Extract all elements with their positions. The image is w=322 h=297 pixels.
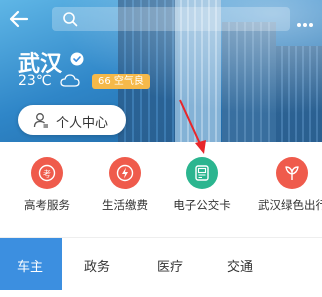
tab-transport[interactable]: 交通: [202, 238, 272, 290]
top-bar: [0, 0, 322, 38]
leaf-icon: [285, 166, 299, 180]
tab-car-owner[interactable]: 车主: [0, 238, 62, 290]
temperature: 23℃: [18, 73, 52, 89]
check-badge-icon[interactable]: [70, 52, 84, 66]
search-icon: [63, 12, 78, 27]
service-label: 高考服务: [24, 198, 70, 212]
tab-label: 政务: [84, 260, 111, 275]
service-icon-bg: [109, 157, 141, 189]
service-green-travel[interactable]: 武汉绿色出行: [256, 155, 322, 223]
bus-card-icon: [195, 165, 209, 181]
user-center-label: 个人中心: [56, 116, 109, 131]
service-label: 武汉绿色出行: [258, 198, 322, 212]
back-arrow-icon: [9, 10, 29, 28]
service-bill-payment[interactable]: 生活缴费: [89, 155, 161, 223]
user-center-button[interactable]: 个人中心: [18, 105, 126, 135]
cloud-icon: [60, 74, 80, 87]
more-options-button[interactable]: [297, 12, 319, 27]
pointer-arrow: [179, 99, 206, 154]
back-button[interactable]: [8, 9, 30, 29]
tab-government[interactable]: 政务: [62, 238, 132, 290]
payment-icon: [116, 164, 134, 182]
service-grid: 考 高考服务 生活缴费 电子公交卡 武汉绿色出行: [0, 155, 322, 223]
service-bus-card[interactable]: 电子公交卡: [166, 155, 238, 223]
category-tabs: 车主 政务 医疗 交通: [0, 237, 322, 290]
tab-label: 交通: [227, 260, 254, 275]
dot-icon: [309, 23, 313, 27]
user-icon: [33, 113, 48, 128]
svg-text:考: 考: [43, 170, 51, 179]
service-gaokao[interactable]: 考 高考服务: [11, 155, 83, 223]
dot-icon: [303, 23, 307, 27]
service-icon-bg: [276, 157, 308, 189]
search-input[interactable]: [82, 9, 282, 29]
service-label: 电子公交卡: [173, 198, 231, 212]
service-icon-bg: 考: [31, 157, 63, 189]
tab-medical[interactable]: 医疗: [132, 238, 202, 290]
tab-label: 医疗: [157, 260, 184, 275]
tab-label: 车主: [17, 260, 44, 275]
dot-icon: [297, 23, 301, 27]
search-box[interactable]: [52, 7, 290, 31]
air-quality-badge: 66 空气良: [92, 74, 150, 89]
service-icon-bg: [186, 157, 218, 189]
exam-icon: 考: [38, 164, 56, 182]
service-label: 生活缴费: [102, 198, 148, 212]
